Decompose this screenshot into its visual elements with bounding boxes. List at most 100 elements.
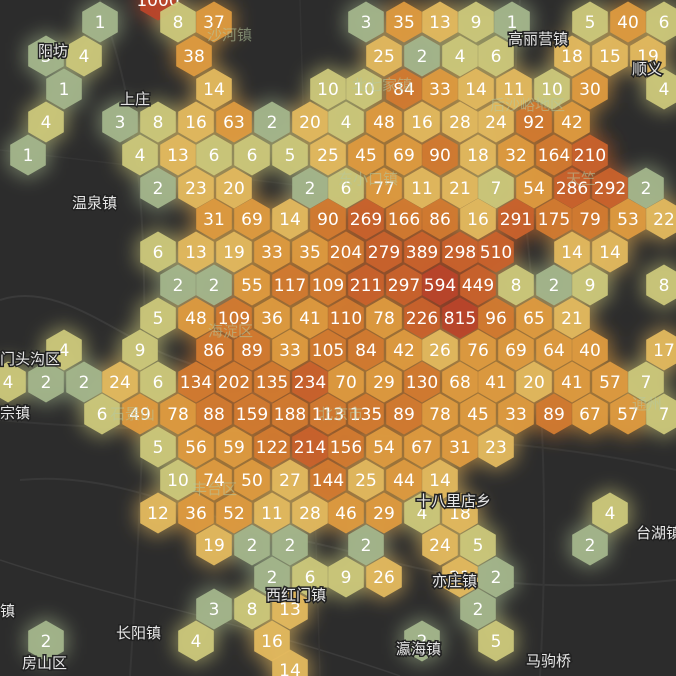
- hex-count-label: 211: [350, 276, 382, 296]
- hex-count-label: 86: [203, 341, 225, 361]
- hex-count-label: 1: [59, 80, 70, 100]
- hex-count-label: 8: [247, 600, 258, 620]
- hex-count-label: 4: [59, 341, 70, 361]
- hex-count-label: 4: [135, 146, 146, 166]
- place-label: 马驹桥: [526, 652, 571, 670]
- hex-count-label: 175: [538, 210, 570, 230]
- place-label: 北京市: [318, 405, 363, 423]
- hex-count-label: 6: [153, 373, 164, 393]
- hex-count-label: 69: [241, 210, 263, 230]
- hex-count-label: 166: [388, 210, 420, 230]
- hex-count-label: 78: [167, 405, 189, 425]
- hex-count-label: 2: [305, 179, 316, 199]
- hex-count-label: 188: [274, 405, 306, 425]
- hex-count-label: 2: [285, 536, 296, 556]
- hex-count-label: 65: [523, 309, 545, 329]
- hex-count-label: 24: [429, 536, 451, 556]
- hex-count-label: 89: [543, 405, 565, 425]
- hex-count-label: 3: [361, 13, 372, 33]
- hex-count-label: 57: [599, 373, 621, 393]
- hex-count-label: 89: [241, 341, 263, 361]
- map-view[interactable]: 1000 1 8 37 3 35 13 9 1 5 40 6 3 4 38 25 2 4 6 18 15 19 1 14 10 1…: [0, 0, 676, 676]
- place-label: 高丽营镇: [508, 30, 568, 48]
- place-label: 宗镇: [0, 404, 30, 422]
- hex-count-label: 19: [223, 243, 245, 263]
- hex-count-label: 6: [209, 146, 220, 166]
- hex-count-label: 26: [373, 568, 395, 588]
- hex-count-label: 9: [471, 13, 482, 33]
- hex-count-label: 21: [449, 179, 471, 199]
- hex-count-label: 297: [388, 276, 420, 296]
- hex-count-label: 26: [429, 341, 451, 361]
- hex-count-label: 69: [393, 146, 415, 166]
- hex-count-label: 42: [561, 113, 583, 133]
- hex-count-label: 156: [330, 438, 362, 458]
- hex-count-label: 1: [23, 146, 34, 166]
- hex-count-label: 16: [467, 210, 489, 230]
- hex-count-label: 105: [312, 341, 344, 361]
- hex-count-label: 22: [653, 210, 675, 230]
- hex-count-label: 449: [462, 276, 494, 296]
- hex-count-label: 164: [538, 146, 570, 166]
- hex-count-label: 3: [209, 600, 220, 620]
- hex-count-label: 5: [491, 632, 502, 652]
- place-label: 顺义: [632, 60, 662, 78]
- place-label: 沙河镇: [207, 26, 252, 44]
- hex-count-label: 10: [167, 471, 189, 491]
- hex-count-label: 14: [561, 243, 583, 263]
- place-label: 亦庄镇: [432, 572, 477, 590]
- place-label: 丰台区: [192, 480, 237, 498]
- hex-count-label: 2: [41, 632, 52, 652]
- hex-count-label: 2: [41, 373, 52, 393]
- hex-count-label: 13: [429, 13, 451, 33]
- hex-count-label: 35: [299, 243, 321, 263]
- hex-count-label: 53: [617, 210, 639, 230]
- place-label: 西红门镇: [266, 586, 326, 604]
- hex-count-label: 135: [256, 373, 288, 393]
- hex-count-label: 35: [393, 13, 415, 33]
- hex-count-label: 13: [185, 243, 207, 263]
- hex-count-label: 76: [467, 341, 489, 361]
- place-label: 房山区: [22, 654, 67, 672]
- hex-count-label: 45: [355, 146, 377, 166]
- hex-count-label: 2: [549, 276, 560, 296]
- hex-count-label: 17: [653, 341, 675, 361]
- hex-count-label: 389: [406, 243, 438, 263]
- hex-count-label: 90: [317, 210, 339, 230]
- hex-count-label: 44: [393, 471, 415, 491]
- place-label: 门头沟区: [0, 350, 60, 368]
- hex-count-label: 110: [330, 309, 362, 329]
- hex-count-label: 86: [429, 210, 451, 230]
- place-label: 瀛海镇: [396, 640, 441, 658]
- hex-count-label: 292: [594, 179, 626, 199]
- hex-count-label: 55: [241, 276, 263, 296]
- hex-count-label: 594: [424, 276, 456, 296]
- hex-count-label: 3: [115, 113, 126, 133]
- place-label: 后沙峪地区: [490, 96, 565, 114]
- hex-count-label: 42: [393, 341, 415, 361]
- hex-count-label: 54: [523, 179, 545, 199]
- hex-count-label: 33: [279, 341, 301, 361]
- hex-count-label: 96: [485, 309, 507, 329]
- hex-count-label: 117: [274, 276, 306, 296]
- hex-count-label: 40: [579, 341, 601, 361]
- hex-count-label: 10: [317, 80, 339, 100]
- map-canvas[interactable]: 10001 8 37 3 35 13 9 1 5 40 63 4 38 25 2 4 6 18 15 191 14 10 1…: [0, 0, 676, 676]
- hex-count-label: 6: [247, 146, 258, 166]
- hex-count-label: 19: [203, 536, 225, 556]
- hex-count-label: 90: [429, 146, 451, 166]
- hex-count-label: 4: [191, 632, 202, 652]
- hex-count-label: 4: [79, 47, 90, 67]
- hex-count-label: 2: [247, 536, 258, 556]
- hex-count-label: 69: [505, 341, 527, 361]
- hex-count-label: 92: [523, 113, 545, 133]
- hex-count-label: 31: [203, 210, 225, 230]
- hex-count-label: 2: [473, 600, 484, 620]
- hex-count-label: 54: [373, 438, 395, 458]
- hex-count-label: 6: [153, 243, 164, 263]
- hex-count-label: 13: [167, 146, 189, 166]
- hex-count-label: 109: [312, 276, 344, 296]
- hex-count-label: 6: [97, 405, 108, 425]
- hex-count-label: 2: [417, 47, 428, 67]
- hex-count-label: 32: [505, 146, 527, 166]
